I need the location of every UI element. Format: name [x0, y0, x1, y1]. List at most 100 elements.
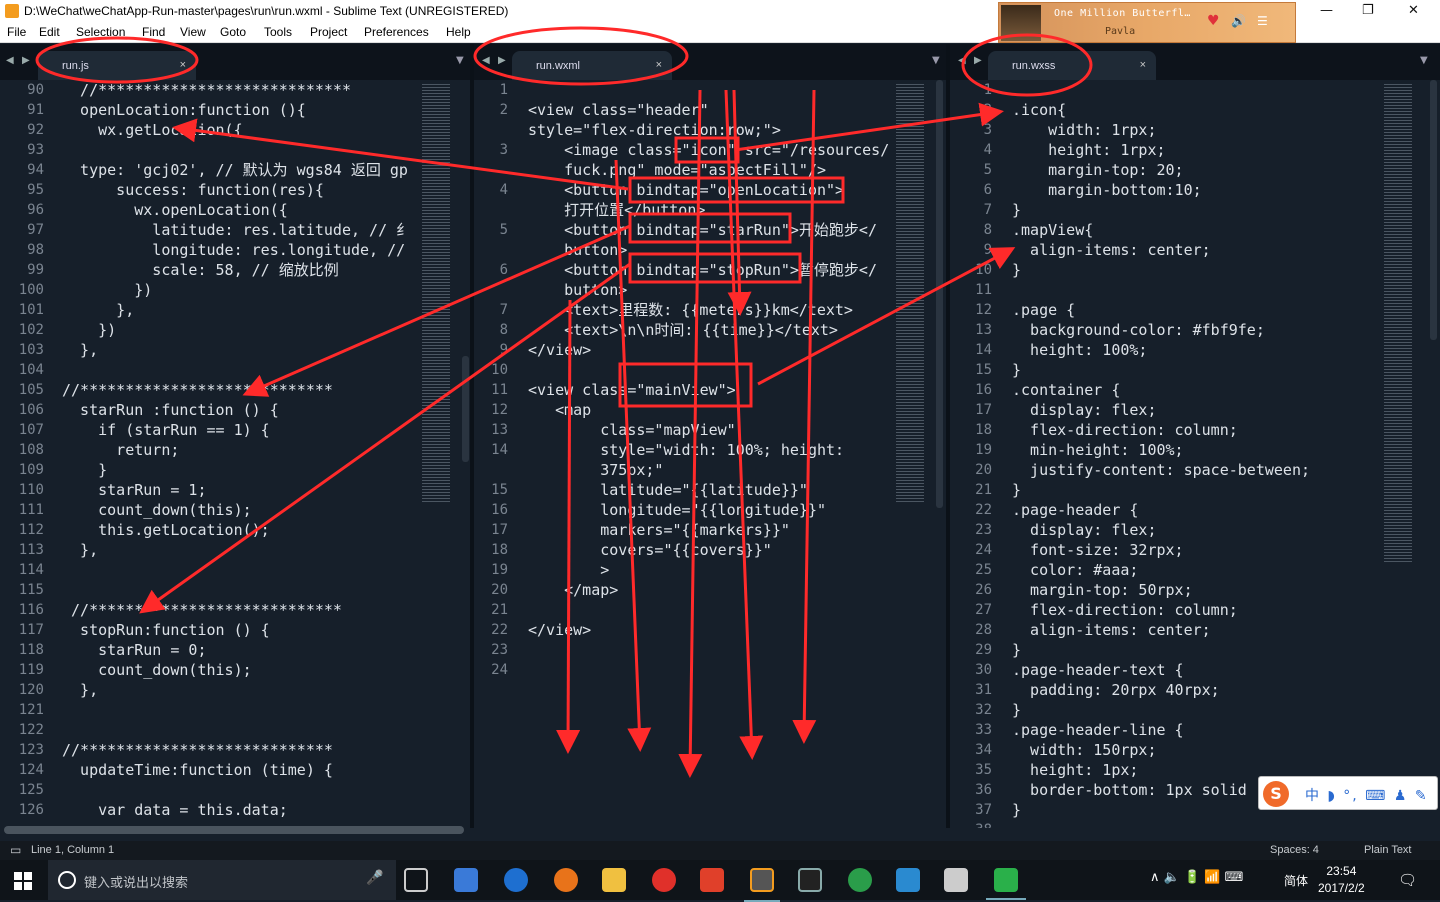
- code-line[interactable]: fuck.png" mode="aspectFill"/>: [528, 160, 888, 180]
- code-line[interactable]: <button bindtap="openLocation">: [528, 180, 888, 200]
- code-line[interactable]: covers="{{covers}}": [528, 540, 888, 560]
- menu-view[interactable]: View: [180, 25, 206, 39]
- system-tray[interactable]: ∧ 🔈 🔋 📶 ⌨: [1150, 870, 1243, 885]
- code-line[interactable]: 375px;": [528, 460, 888, 480]
- minimap[interactable]: [422, 84, 450, 504]
- tab-run-wxml[interactable]: run.wxml ×: [512, 51, 672, 80]
- syntax-setting[interactable]: Plain Text: [1364, 844, 1412, 856]
- sublime-text-taskbar-icon[interactable]: [744, 868, 780, 902]
- code-line[interactable]: .page-header-line {: [1012, 720, 1372, 740]
- code-line[interactable]: [1012, 820, 1372, 828]
- code-line[interactable]: flex-direction: column;: [1012, 600, 1372, 620]
- code-line[interactable]: style="flex-direction:row;">: [528, 120, 888, 140]
- code-line[interactable]: wx.getLocation({: [62, 120, 420, 140]
- menu-edit[interactable]: Edit: [39, 25, 60, 39]
- code-line[interactable]: updateTime:function (time) {: [62, 760, 420, 780]
- menu-tools[interactable]: Tools: [264, 25, 292, 39]
- code-line[interactable]: class="mapView": [528, 420, 888, 440]
- vertical-scrollbar[interactable]: [936, 80, 943, 508]
- code-line[interactable]: var data = this.data;: [62, 800, 420, 820]
- code-line[interactable]: [528, 80, 888, 100]
- volume-icon[interactable]: 🔊: [1231, 14, 1246, 28]
- code-line[interactable]: [62, 700, 420, 720]
- code-line[interactable]: </view>: [528, 620, 888, 640]
- code-line[interactable]: .page-header-text {: [1012, 660, 1372, 680]
- code-line[interactable]: [528, 600, 888, 620]
- code-line[interactable]: },: [62, 540, 420, 560]
- indentation-setting[interactable]: Spaces: 4: [1270, 844, 1319, 856]
- horizontal-scrollbar[interactable]: [4, 826, 464, 834]
- editor-pane-wxml[interactable]: 1 2 3 4 5 6 7 8 9 10 11 12 13 14 15 16 17 18 19 20 21 22 23 24 …: [474, 80, 946, 828]
- code-line[interactable]: latitude: res.latitude, // 纟: [62, 220, 420, 240]
- tab-run-js[interactable]: run.js ×: [38, 51, 196, 80]
- close-icon[interactable]: ×: [656, 59, 662, 71]
- code-line[interactable]: }: [1012, 360, 1372, 380]
- code-line[interactable]: return;: [62, 440, 420, 460]
- code-line[interactable]: height: 100%;: [1012, 340, 1372, 360]
- tab-dropdown-icon[interactable]: ▼: [932, 55, 940, 66]
- code-line[interactable]: [62, 720, 420, 740]
- code-line[interactable]: scale: 58, // 缩放比例: [62, 260, 420, 280]
- firefox-icon[interactable]: [554, 868, 578, 892]
- ime-options[interactable]: 中 ◗ °, ⌨ ♟ ✎: [1305, 785, 1429, 805]
- code-line[interactable]: height: 1rpx;: [1012, 140, 1372, 160]
- code-line[interactable]: longitude: res.longitude, //: [62, 240, 420, 260]
- code-line[interactable]: </map>: [528, 580, 888, 600]
- code-line[interactable]: padding: 20rpx 40rpx;: [1012, 680, 1372, 700]
- code-line[interactable]: }): [62, 280, 420, 300]
- file-explorer-icon[interactable]: [602, 868, 626, 892]
- code-line[interactable]: min-height: 100%;: [1012, 440, 1372, 460]
- code-line[interactable]: [62, 140, 420, 160]
- code-line[interactable]: [528, 360, 888, 380]
- code-line[interactable]: },: [62, 680, 420, 700]
- code-line[interactable]: justify-content: space-between;: [1012, 460, 1372, 480]
- menu-project[interactable]: Project: [310, 25, 347, 39]
- code-line[interactable]: .page-header {: [1012, 500, 1372, 520]
- code-line[interactable]: [528, 640, 888, 660]
- ime-language[interactable]: 简体: [1284, 872, 1308, 889]
- code-line[interactable]: }: [1012, 640, 1372, 660]
- close-icon[interactable]: ×: [1140, 59, 1146, 71]
- microphone-icon[interactable]: 🎤: [366, 870, 383, 886]
- code-line[interactable]: //****************************: [62, 600, 420, 620]
- office-app-icon[interactable]: [700, 868, 724, 892]
- code-line[interactable]: //****************************: [62, 80, 420, 100]
- code-line[interactable]: }: [1012, 260, 1372, 280]
- music-player-widget[interactable]: One Million Butterfl… Pavla ♥ 🔊 ☰: [998, 2, 1296, 43]
- code-line[interactable]: color: #aaa;: [1012, 560, 1372, 580]
- panel-toggle-icon[interactable]: ▭: [10, 843, 21, 857]
- code-line[interactable]: <button bindtap="stopRun">暂停跑步</: [528, 260, 888, 280]
- heart-icon[interactable]: ♥: [1207, 13, 1220, 29]
- code-line[interactable]: [1012, 280, 1372, 300]
- code-line[interactable]: style="width: 100%; height:: [528, 440, 888, 460]
- code-line[interactable]: >: [528, 560, 888, 580]
- code-line[interactable]: [62, 780, 420, 800]
- menu-preferences[interactable]: Preferences: [364, 25, 429, 39]
- code-line[interactable]: markers="{{markers}}": [528, 520, 888, 540]
- tab-next-icon[interactable]: ▶: [22, 55, 30, 66]
- maximize-button[interactable]: ❐: [1362, 3, 1374, 18]
- code-line[interactable]: font-size: 32rpx;: [1012, 540, 1372, 560]
- wechat-devtools-icon[interactable]: [986, 868, 1026, 900]
- code-line[interactable]: margin-top: 20;: [1012, 160, 1372, 180]
- vertical-scrollbar[interactable]: [462, 356, 469, 462]
- vertical-scrollbar[interactable]: [1430, 80, 1437, 340]
- menu-find[interactable]: Find: [142, 25, 165, 39]
- code-line[interactable]: <image class="icon" src="/resources/: [528, 140, 889, 160]
- close-window-button[interactable]: ✕: [1408, 3, 1419, 18]
- minimize-button[interactable]: —: [1320, 3, 1333, 18]
- clock[interactable]: 23:54 2017/2/2: [1318, 863, 1365, 897]
- code-line[interactable]: <view class="header": [528, 100, 888, 120]
- close-icon[interactable]: ×: [180, 59, 186, 71]
- tab-next-icon[interactable]: ▶: [974, 55, 982, 66]
- code-line[interactable]: if (starRun == 1) {: [62, 420, 420, 440]
- code-line[interactable]: <view class="mainView">: [528, 380, 888, 400]
- editor-pane-js[interactable]: 90 91 92 93 94 95 96 97 98 99 100 101 102 103 104 105 10…: [0, 80, 470, 828]
- code-line[interactable]: openLocation:function (){: [62, 100, 420, 120]
- code-line[interactable]: }: [1012, 200, 1372, 220]
- network-app-icon[interactable]: [454, 868, 478, 892]
- tab-run-wxss[interactable]: run.wxss ×: [988, 51, 1156, 80]
- tab-prev-icon[interactable]: ◀: [482, 55, 490, 66]
- taskbar-search-box[interactable]: 键入或说出以搜索 🎤: [48, 860, 396, 900]
- code-line[interactable]: </view>: [528, 340, 888, 360]
